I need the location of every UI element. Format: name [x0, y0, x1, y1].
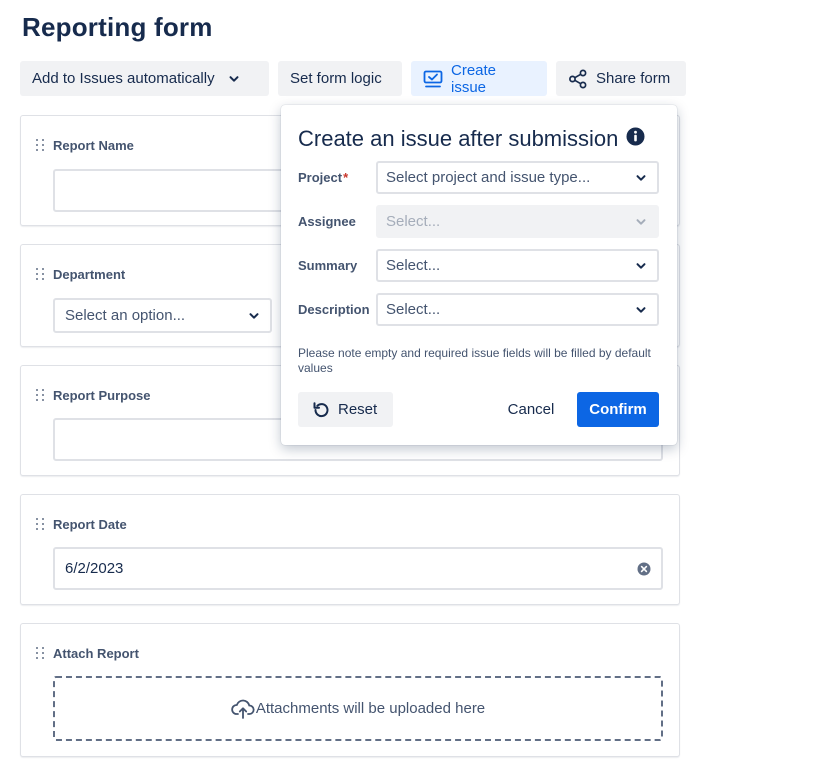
add-to-issues-label: Add to Issues automatically [32, 70, 215, 87]
description-placeholder: Select... [386, 301, 441, 318]
cancel-label: Cancel [507, 401, 555, 418]
drag-handle-icon[interactable] [36, 268, 45, 281]
project-placeholder: Select project and issue type... [386, 169, 591, 186]
undo-icon [313, 401, 329, 417]
project-select[interactable]: Select project and issue type... [376, 161, 659, 194]
summary-label: Summary [298, 258, 358, 273]
page-title: Reporting form [22, 12, 213, 42]
report-date-card: Report Date 6/2/2023 [20, 494, 680, 605]
assignee-label: Assignee [298, 214, 356, 229]
report-name-label: Report Name [53, 138, 134, 153]
popover-title: Create an issue after submission [298, 126, 619, 151]
required-marker: * [343, 170, 349, 185]
drag-handle-icon[interactable] [36, 389, 45, 402]
department-label: Department [53, 267, 126, 282]
share-form-button[interactable]: Share form [556, 61, 686, 96]
report-date-value: 6/2/2023 [65, 560, 124, 577]
chevron-down-icon [229, 75, 239, 82]
confirm-label: Confirm [589, 401, 647, 418]
set-form-logic-label: Set form logic [290, 70, 382, 87]
summary-placeholder: Select... [386, 257, 441, 274]
reset-label: Reset [338, 401, 378, 418]
chevron-down-icon [636, 218, 646, 225]
chevron-down-icon [636, 306, 646, 313]
create-issue-popover: Create an issue after submission Project… [281, 105, 677, 445]
report-purpose-label: Report Purpose [53, 388, 151, 403]
chevron-down-icon [636, 174, 646, 181]
cancel-button[interactable]: Cancel [496, 392, 566, 427]
chevron-down-icon [249, 312, 259, 319]
info-icon[interactable] [626, 127, 645, 146]
attach-report-card: Attach Report Attachments will be upload… [20, 623, 680, 757]
department-placeholder: Select an option... [65, 307, 186, 324]
description-select[interactable]: Select... [376, 293, 659, 326]
clear-icon[interactable] [637, 562, 651, 576]
assignee-select: Select... [376, 205, 659, 238]
summary-select[interactable]: Select... [376, 249, 659, 282]
share-icon [569, 69, 587, 88]
share-form-label: Share form [596, 70, 671, 87]
drag-handle-icon[interactable] [36, 647, 45, 660]
project-label-text: Project [298, 170, 343, 185]
description-label: Description [298, 302, 370, 317]
confirm-button[interactable]: Confirm [577, 392, 659, 427]
report-date-input[interactable]: 6/2/2023 [53, 547, 663, 590]
attachment-dropzone[interactable]: Attachments will be uploaded here [53, 676, 663, 741]
set-form-logic-button[interactable]: Set form logic [278, 61, 402, 96]
add-to-issues-dropdown[interactable]: Add to Issues automatically [20, 61, 269, 96]
create-issue-label: Create issue [451, 61, 497, 96]
create-issue-icon [423, 70, 443, 87]
popover-note: Please note empty and required issue fie… [298, 346, 651, 375]
create-issue-button[interactable]: Create issue [411, 61, 547, 96]
assignee-placeholder: Select... [386, 213, 441, 230]
report-date-label: Report Date [53, 517, 127, 532]
department-select[interactable]: Select an option... [53, 298, 272, 333]
drag-handle-icon[interactable] [36, 518, 45, 531]
attach-report-label: Attach Report [53, 646, 139, 661]
upload-text: Attachments will be uploaded here [255, 700, 486, 717]
reset-button[interactable]: Reset [298, 392, 393, 427]
chevron-down-icon [636, 262, 646, 269]
drag-handle-icon[interactable] [36, 139, 45, 152]
project-label: Project* [298, 170, 348, 185]
cloud-upload-icon [231, 699, 255, 719]
